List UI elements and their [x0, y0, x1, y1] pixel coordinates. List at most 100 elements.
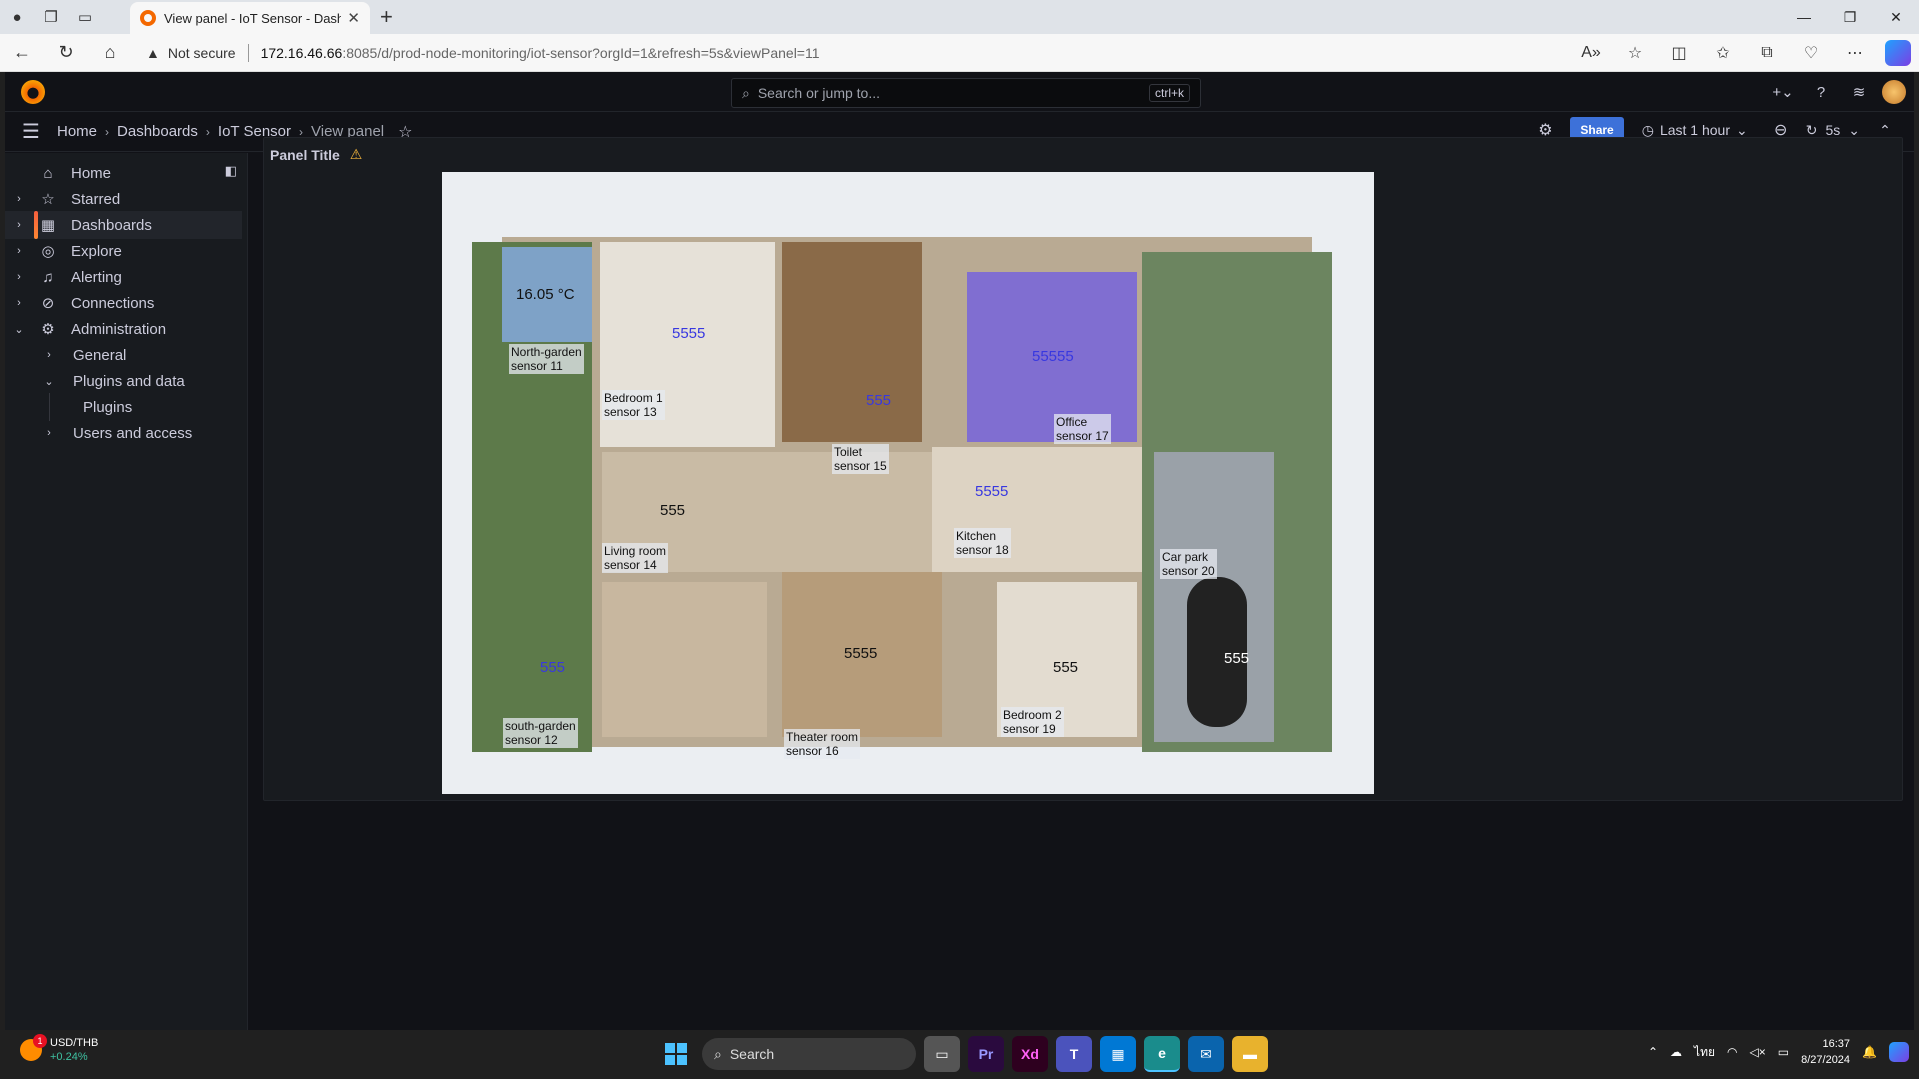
split-screen-icon[interactable]: ◫	[1657, 34, 1701, 72]
sidebar-item-dashboards[interactable]: › ▦ Dashboards	[5, 211, 242, 239]
refresh-icon[interactable]: ↻	[1806, 122, 1818, 139]
notification-bell-icon[interactable]: 🔔	[1862, 1045, 1877, 1059]
grafana-app: ⌕ Search or jump to... ctrl+k +⌄ ? ≋ ☰ H…	[5, 72, 1914, 1030]
xd-icon[interactable]: Xd	[1012, 1036, 1048, 1072]
warning-icon[interactable]: ⚠	[350, 146, 363, 163]
chevron-right-icon[interactable]: ›	[5, 271, 33, 283]
collections-icon[interactable]: ⧉	[1745, 34, 1789, 72]
copilot-taskbar-icon[interactable]	[1889, 1042, 1909, 1062]
new-tab-icon[interactable]: +	[380, 4, 393, 30]
teams-icon[interactable]: T	[1056, 1036, 1092, 1072]
lower-bedroom-area	[602, 582, 767, 737]
sidebar-item-explore[interactable]: › ◎ Explore	[5, 237, 242, 265]
sidebar-item-alerting[interactable]: › ♫ Alerting	[5, 263, 242, 291]
sidebar-item-plugins[interactable]: Plugins	[5, 393, 242, 421]
sidebar-item-label: Home	[71, 164, 112, 182]
sidebar-item-label: Explore	[71, 242, 122, 260]
sidebar-item-starred[interactable]: › ☆ Starred	[5, 185, 242, 213]
read-aloud-icon[interactable]: A»	[1569, 34, 1613, 72]
mail-icon[interactable]: ✉	[1188, 1036, 1224, 1072]
time-range-picker[interactable]: ◷ Last 1 hour ⌄	[1634, 122, 1756, 139]
chevron-right-icon[interactable]: ›	[35, 349, 63, 361]
chevron-up-icon[interactable]: ⌃	[1870, 122, 1900, 139]
chevron-up-icon[interactable]: ⌃	[1648, 1045, 1658, 1059]
sensor-label: south-garden sensor 12	[503, 718, 578, 748]
sidebar-item-connections[interactable]: › ⊘ Connections	[5, 289, 242, 317]
sidebar-item-home[interactable]: ⌂ Home	[5, 159, 242, 187]
sidebar-item-general[interactable]: › General	[5, 341, 242, 369]
clock[interactable]: 16:37 8/27/2024	[1801, 1036, 1850, 1068]
sidebar-item-administration[interactable]: ⌄ ⚙ Administration	[5, 315, 242, 343]
favorites-icon[interactable]: ✩	[1701, 34, 1745, 72]
help-icon[interactable]: ?	[1806, 78, 1836, 106]
refresh-interval[interactable]: 5s	[1825, 122, 1840, 138]
sensor-label: Toilet sensor 15	[832, 444, 889, 474]
more-icon[interactable]: ⋯	[1833, 34, 1877, 72]
reload-icon[interactable]: ↻	[44, 34, 88, 72]
news-icon[interactable]: ≋	[1844, 78, 1874, 106]
tab-actions-icon[interactable]: ▭	[68, 0, 102, 34]
task-view-icon[interactable]: ▭	[924, 1036, 960, 1072]
chevron-right-icon[interactable]: ›	[5, 193, 33, 205]
favorite-star-icon[interactable]: ☆	[1613, 34, 1657, 72]
wifi-icon[interactable]: ◠	[1727, 1045, 1737, 1059]
battery-icon[interactable]: ▭	[1778, 1045, 1789, 1059]
taskbar-search-label: Search	[729, 1046, 775, 1062]
browser-toolbar-right: A» ☆ ◫ ✩ ⧉ ♡ ⋯	[1569, 34, 1919, 72]
minimize-icon[interactable]: —	[1781, 0, 1827, 34]
search-input[interactable]: ⌕ Search or jump to... ctrl+k	[731, 78, 1201, 108]
breadcrumb-home[interactable]: Home	[57, 123, 97, 140]
browser-essentials-icon[interactable]: ♡	[1789, 34, 1833, 72]
sensor-value: 5555	[844, 645, 878, 662]
panel: Panel Title ⚠ 16.05 °C North-garden sens…	[263, 137, 1903, 801]
onedrive-icon[interactable]: ☁	[1670, 1045, 1682, 1059]
chevron-down-icon[interactable]: ⌄	[35, 375, 63, 388]
chevron-right-icon[interactable]: ›	[5, 245, 33, 257]
language-icon[interactable]: ไทย	[1694, 1043, 1715, 1062]
close-tab-icon[interactable]: ✕	[347, 9, 360, 27]
browser-tab[interactable]: View panel - IoT Sensor - Dashbo ✕	[130, 2, 370, 34]
sidebar-item-plugins-and-data[interactable]: ⌄ Plugins and data	[5, 367, 242, 395]
add-icon[interactable]: +⌄	[1768, 78, 1798, 106]
sensor-label: Kitchen sensor 18	[954, 528, 1011, 558]
connections-icon: ⊘	[41, 295, 55, 312]
floorplan-image: 16.05 °C North-garden sensor 11 5555 Bed…	[442, 172, 1374, 794]
grafana-logo-icon[interactable]	[21, 80, 45, 104]
clock-time: 16:37	[1822, 1038, 1851, 1050]
copilot-icon[interactable]	[1885, 40, 1911, 66]
panel-header[interactable]: Panel Title ⚠	[270, 146, 362, 163]
panel-title: Panel Title	[270, 146, 340, 163]
back-icon[interactable]: ←	[0, 34, 44, 72]
ticker-change: +0.24%	[50, 1051, 88, 1063]
home-browser-icon[interactable]: ⌂	[88, 34, 132, 72]
sidebar-item-label: Alerting	[71, 268, 122, 286]
sensor-value: 5555	[975, 483, 1009, 500]
workspaces-icon[interactable]: ❐	[34, 0, 68, 34]
taskbar-search[interactable]: ⌕ Search	[702, 1038, 916, 1070]
restore-icon[interactable]: ❐	[1827, 0, 1873, 34]
ticker-widget[interactable]: 1 USD/THB +0.24%	[20, 1034, 98, 1064]
chevron-right-icon[interactable]: ›	[35, 427, 63, 439]
close-window-icon[interactable]: ✕	[1873, 0, 1919, 34]
chevron-down-icon[interactable]: ⌄	[5, 323, 33, 336]
file-explorer-icon[interactable]: ▬	[1232, 1036, 1268, 1072]
start-icon[interactable]	[658, 1036, 694, 1072]
avatar[interactable]	[1882, 80, 1906, 104]
sensor-value: 555	[1224, 650, 1250, 667]
chevron-right-icon[interactable]: ›	[5, 297, 33, 309]
profile-icon[interactable]: ●	[0, 0, 34, 34]
premiere-icon[interactable]: Pr	[968, 1036, 1004, 1072]
sidebar-item-users-and-access[interactable]: › Users and access	[5, 419, 242, 447]
volume-icon[interactable]: ◁×	[1750, 1045, 1766, 1059]
menu-icon[interactable]: ☰	[5, 119, 57, 144]
url-field[interactable]: ▲ Not secure 172.16.46.66:8085/d/prod-no…	[146, 38, 1636, 68]
edge-icon[interactable]: e	[1144, 1036, 1180, 1072]
refresh-picker[interactable]: ↻ 5s ⌄	[1806, 122, 1860, 139]
sensor-value: 555	[866, 392, 892, 409]
not-secure-label: Not secure	[167, 45, 236, 61]
chevron-right-icon[interactable]: ›	[5, 219, 33, 231]
notification-badge: 1	[33, 1034, 47, 1048]
breadcrumb-dashboards[interactable]: Dashboards	[117, 123, 198, 140]
clock-date: 8/27/2024	[1801, 1054, 1851, 1066]
store-icon[interactable]: ▦	[1100, 1036, 1136, 1072]
